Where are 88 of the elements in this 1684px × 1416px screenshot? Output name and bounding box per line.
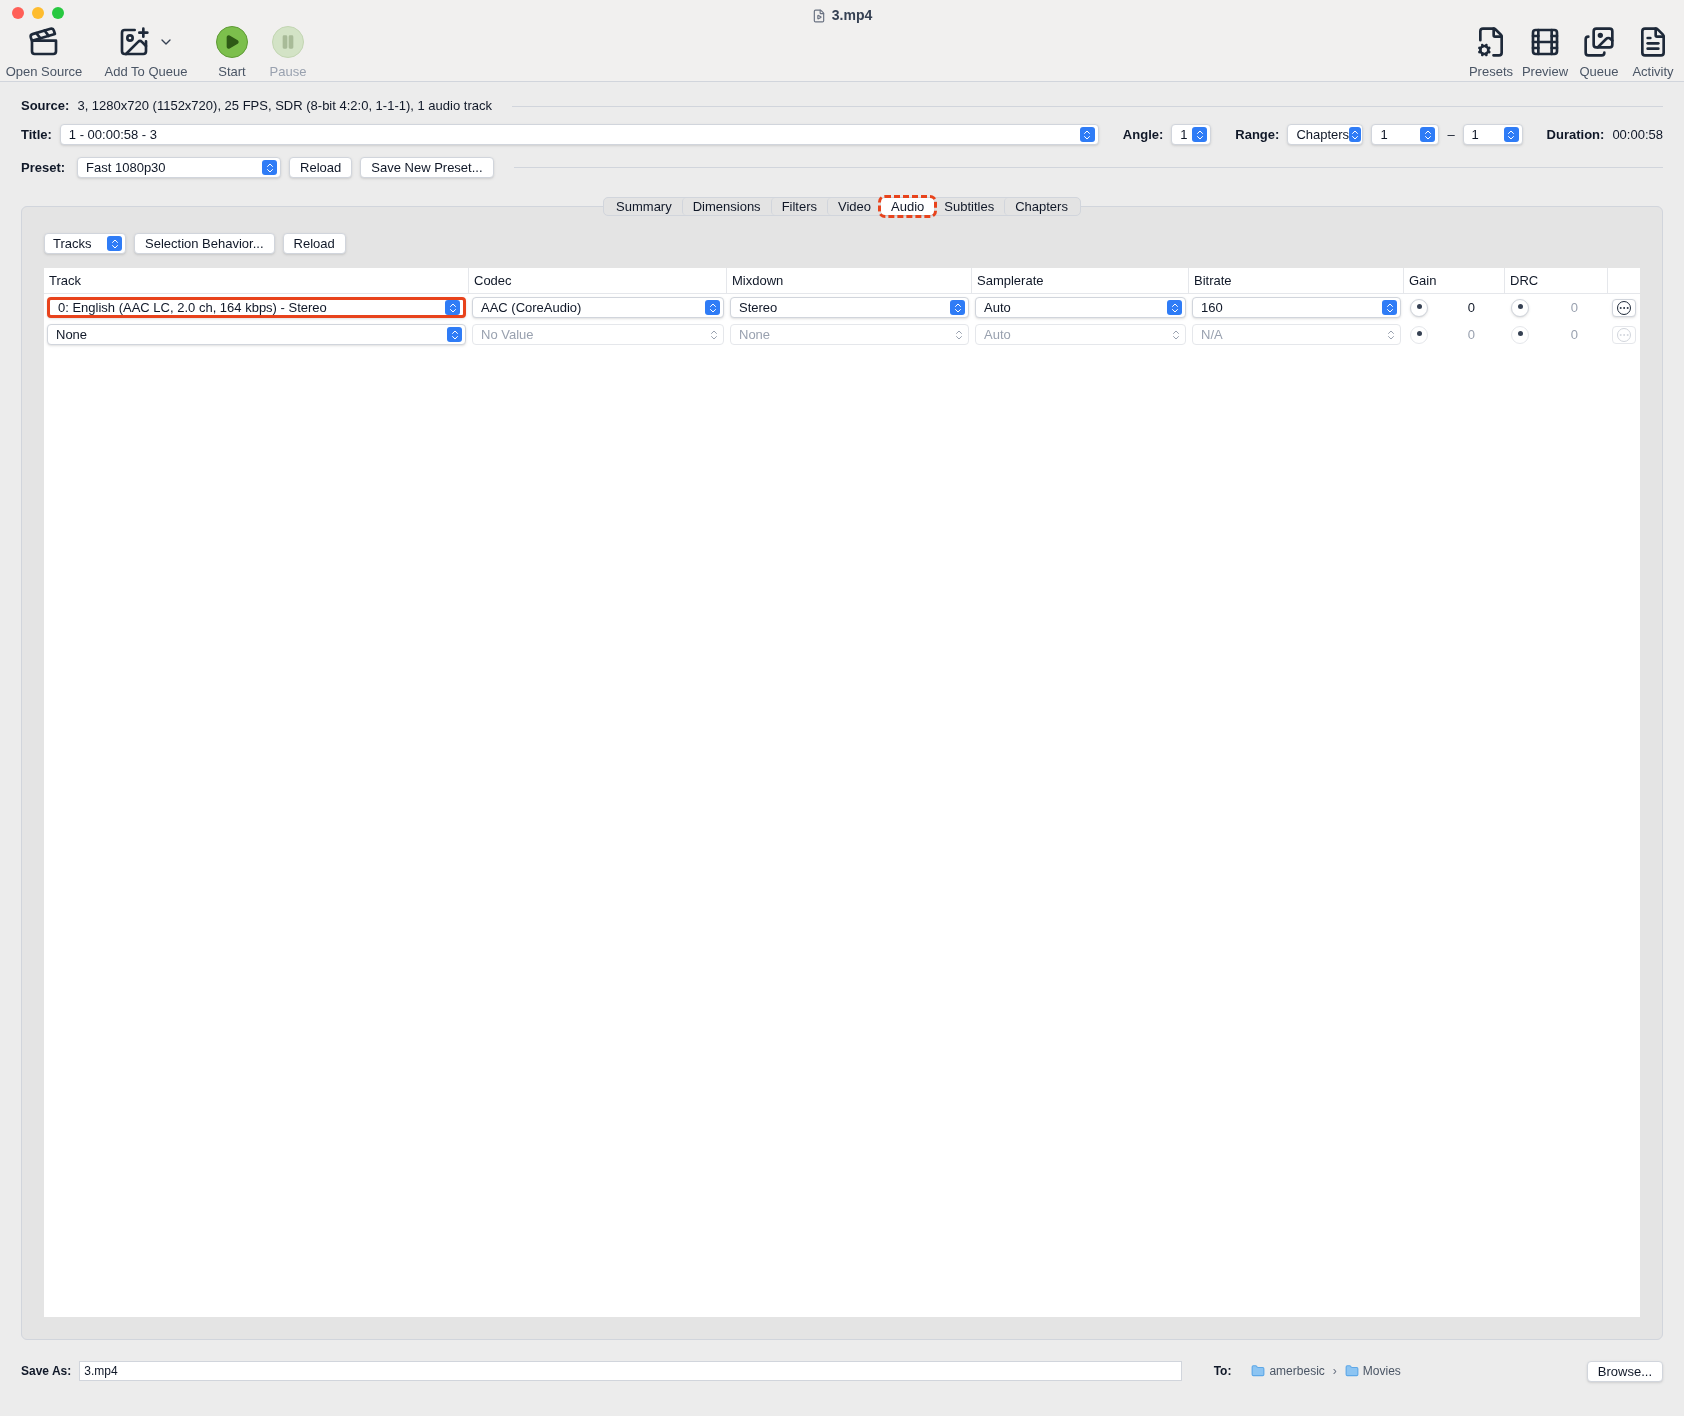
tab[interactable]: Summary [606,198,682,215]
push-button[interactable]: Selection Behavior... [134,233,275,254]
angle-label: Angle: [1122,125,1164,144]
updown-chevron-icon [705,300,720,315]
tab[interactable]: Filters [770,198,827,215]
updown-chevron-icon [1167,300,1182,315]
knob-icon[interactable] [1410,298,1428,317]
updown-chevron-icon [447,327,462,342]
path-separator: › [1332,1363,1337,1380]
images-icon [1583,25,1615,58]
drc-value: 0 [1570,325,1578,344]
mixdown-popup[interactable]: Stereo [730,297,969,318]
gain-value: 0 [1467,298,1475,317]
tab[interactable]: Dimensions [681,198,771,215]
updown-chevron-icon [1503,127,1519,142]
title-popup[interactable]: 1 - 00:00:58 - 3 [59,124,1099,145]
window-title: 3.mp4 [831,6,873,25]
column-header: Bitrate [1194,271,1232,290]
toolbar-button[interactable]: Queue [1579,61,1619,81]
file-icon [811,8,826,23]
toolbar-button[interactable]: Open Source [5,61,83,81]
knob-icon[interactable] [1511,298,1529,317]
push-button[interactable]: Browse... [1586,1360,1663,1382]
updown-chevron-icon [1079,127,1095,142]
column-header: Samplerate [977,271,1044,290]
tab[interactable]: Audio [881,198,935,215]
save-as-field[interactable]: 3.mp4 [79,1361,1182,1381]
column-header: Gain [1409,271,1437,290]
source-label: Source: [21,97,70,116]
options-button[interactable] [1612,298,1636,317]
codec-popup[interactable]: AAC (CoreAudio) [472,297,724,318]
samplerate-popup[interactable]: Auto [975,297,1186,318]
save-as-label: Save As: [21,1363,72,1380]
folder-icon [1251,1364,1266,1378]
toolbar-button[interactable]: Activity [1632,61,1674,81]
tracks-popup[interactable]: Tracks [44,233,126,254]
track-popup[interactable]: 0: English (AAC LC, 2.0 ch, 164 kbps) - Stereo [47,297,466,318]
column-header: Mixdown [732,271,784,290]
toolbar-button[interactable]: Preview [1521,61,1569,81]
title-label: Title: [21,125,52,144]
path-item[interactable]: Movies [1362,1362,1401,1380]
preset-popup[interactable]: Fast 1080p30 [77,157,282,178]
clapperboard-icon [28,25,60,58]
updown-chevron-icon [1385,328,1397,341]
updown-chevron-icon [445,300,460,315]
push-button[interactable]: Reload [289,157,353,178]
updown-chevron-icon [1170,328,1182,341]
updown-chevron-icon [950,300,965,315]
range-separator: – [1447,125,1455,144]
folder-icon [1344,1364,1359,1378]
bitrate-popup[interactable]: 160 [1192,297,1401,318]
updown-chevron-icon [107,236,122,251]
tab[interactable]: Chapters [1004,198,1078,215]
range-popup[interactable]: Chapters [1287,124,1364,145]
close-window-icon[interactable] [12,6,24,19]
range-label: Range: [1235,125,1280,144]
updown-chevron-icon [262,160,278,175]
drc-value: 0 [1570,298,1578,317]
column-header: DRC [1510,271,1539,290]
gain-value: 0 [1467,325,1475,344]
path-item[interactable]: amerbesic [1269,1362,1325,1380]
push-button[interactable]: Reload [282,233,346,254]
knob-icon[interactable] [1410,325,1428,344]
column-header: Codec [474,271,512,290]
updown-chevron-icon [1349,127,1362,142]
tab[interactable]: Subtitles [934,198,1005,215]
angle-popup[interactable]: 1 [1171,124,1212,145]
to-label: To: [1213,1363,1232,1380]
toolbar-button[interactable]: Start [218,61,246,81]
toolbar-button[interactable]: Add To Queue [104,61,188,81]
knob-icon[interactable] [1511,325,1529,344]
duration-label: Duration: [1546,125,1605,144]
updown-chevron-icon [1382,300,1397,315]
range-end-popup[interactable]: 1 [1462,124,1523,145]
toolbar-button[interactable]: Presets [1468,61,1514,81]
play-icon [216,25,248,58]
preset-label: Preset: [21,158,66,177]
source-info: 3, 1280x720 (1152x720), 25 FPS, SDR (8-bit 4:2:0, 1-1-1), 1 audio track [77,97,492,116]
updown-chevron-icon [1420,127,1436,142]
column-header: Track [49,271,82,290]
updown-chevron-icon [953,328,965,341]
range-start-popup[interactable]: 1 [1371,124,1440,145]
duration-value: 00:00:58 [1612,125,1663,144]
updown-chevron-icon [708,328,720,341]
pause-icon [272,25,304,58]
updown-chevron-icon [1192,127,1208,142]
image-plus-icon [118,25,150,58]
push-button[interactable]: Save New Preset... [360,157,494,178]
